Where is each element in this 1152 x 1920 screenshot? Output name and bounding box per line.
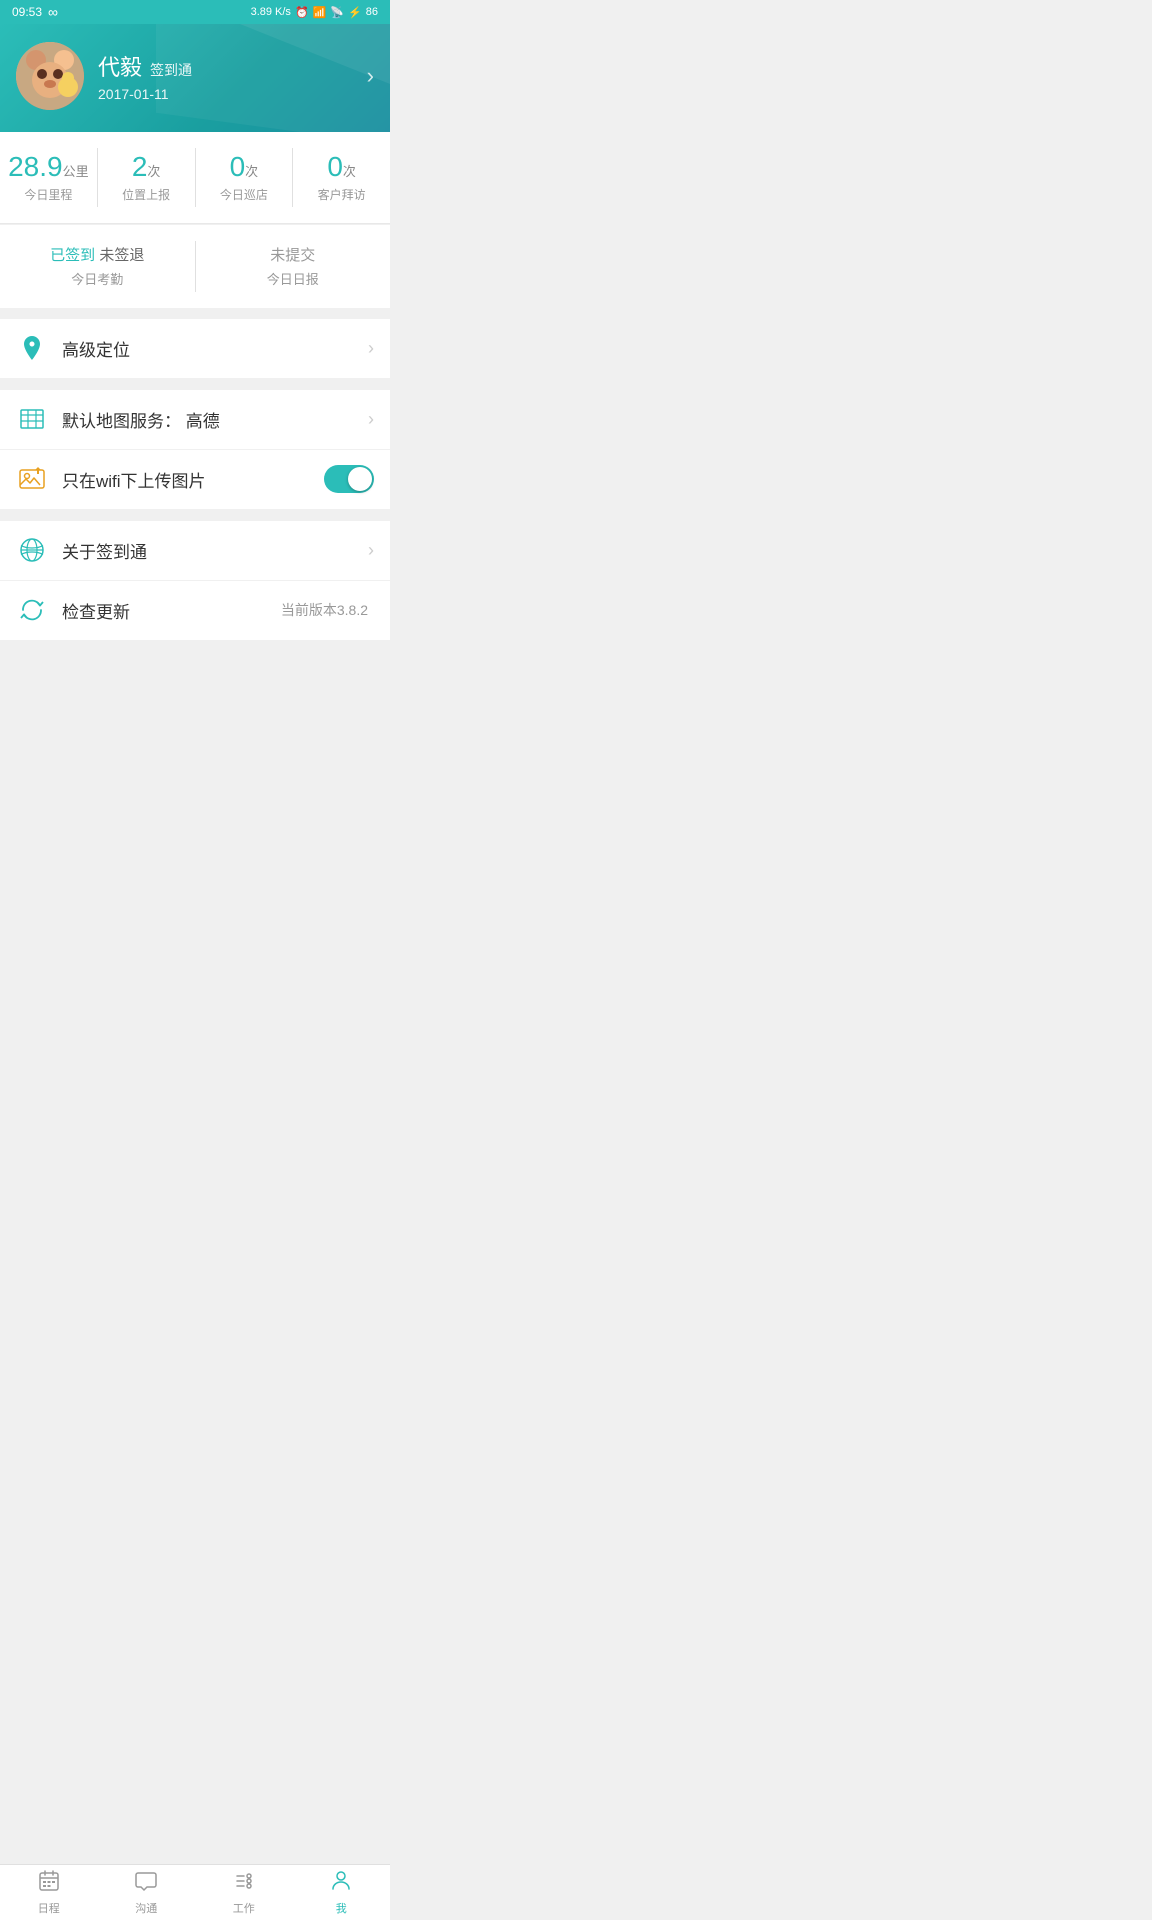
avatar bbox=[16, 42, 84, 110]
user-name: 代毅 bbox=[98, 50, 142, 82]
menu-about-text: 关于签到通 bbox=[62, 538, 368, 563]
stat-store-number: 0次 bbox=[196, 152, 293, 183]
section-divider-3 bbox=[0, 510, 390, 520]
signal-icon: 📡 bbox=[330, 6, 344, 19]
profile-date: 2017-01-11 bbox=[98, 86, 374, 102]
menu-location-text: 高级定位 bbox=[62, 336, 368, 361]
menu-section-location: 高级定位 › bbox=[0, 319, 390, 379]
battery-level: 86 bbox=[366, 6, 378, 18]
stat-location-label: 位置上报 bbox=[98, 186, 195, 203]
menu-update-text: 检查更新 bbox=[62, 598, 281, 623]
infinity-icon: ∞ bbox=[48, 4, 58, 20]
refresh-icon bbox=[16, 594, 48, 626]
stat-store-label: 今日巡店 bbox=[196, 186, 293, 203]
menu-section-about: 关于签到通 › 检查更新 当前版本3.8.2 bbox=[0, 521, 390, 641]
chevron-right-icon-3: › bbox=[368, 540, 374, 561]
report-status-text: 未提交 bbox=[196, 245, 391, 266]
stat-distance: 28.9公里 今日里程 bbox=[0, 148, 98, 207]
work-icon bbox=[232, 1869, 256, 1897]
menu-map-text: 默认地图服务： 高德 bbox=[62, 407, 368, 432]
status-bar: 09:53 ∞ 3.89 K/s ⏰ 📶 📡 ⚡ 86 bbox=[0, 0, 390, 24]
stat-visit-label: 客户拜访 bbox=[293, 186, 390, 203]
menu-section-map: 默认地图服务： 高德 › 只在wifi下上传图片 bbox=[0, 390, 390, 510]
status-left: 09:53 ∞ bbox=[12, 4, 58, 20]
nav-chat[interactable]: 沟通 bbox=[98, 1865, 196, 1920]
avatar-image bbox=[16, 42, 84, 110]
nav-work[interactable]: 工作 bbox=[195, 1865, 293, 1920]
chevron-right-icon-2: › bbox=[368, 409, 374, 430]
app-name: 签到通 bbox=[150, 60, 192, 80]
stat-location: 2次 位置上报 bbox=[98, 148, 196, 207]
menu-item-wifi[interactable]: 只在wifi下上传图片 bbox=[0, 450, 390, 510]
battery-icon: ⚡ bbox=[348, 6, 362, 19]
stat-distance-number: 28.9公里 bbox=[0, 152, 97, 183]
nav-schedule-label: 日程 bbox=[38, 1900, 60, 1916]
map-icon bbox=[16, 403, 48, 435]
stats-section: 28.9公里 今日里程 2次 位置上报 0次 今日巡店 0次 客户拜访 bbox=[0, 132, 390, 224]
section-divider-1 bbox=[0, 308, 390, 318]
menu-wifi-text: 只在wifi下上传图片 bbox=[62, 467, 324, 492]
report-label: 今日日报 bbox=[196, 269, 391, 288]
chevron-right-icon: › bbox=[368, 338, 374, 359]
profile-info: 代毅 签到通 2017-01-11 bbox=[98, 50, 374, 102]
profile-name-row: 代毅 签到通 bbox=[98, 50, 374, 82]
menu-item-update[interactable]: 检查更新 当前版本3.8.2 bbox=[0, 581, 390, 641]
bottom-nav: 日程 沟通 工作 我 bbox=[0, 1864, 390, 1920]
section-divider-2 bbox=[0, 379, 390, 389]
nav-work-label: 工作 bbox=[233, 1900, 255, 1916]
checkin-label: 今日考勤 bbox=[0, 269, 195, 288]
clock-icon: ⏰ bbox=[295, 6, 309, 19]
nav-me-label: 我 bbox=[336, 1900, 347, 1916]
menu-item-location[interactable]: 高级定位 › bbox=[0, 319, 390, 379]
status-right: 3.89 K/s ⏰ 📶 📡 ⚡ 86 bbox=[251, 6, 378, 19]
chat-icon bbox=[134, 1869, 158, 1897]
globe-icon bbox=[16, 534, 48, 566]
profile-header[interactable]: 代毅 签到通 2017-01-11 › bbox=[0, 24, 390, 132]
stat-visit: 0次 客户拜访 bbox=[293, 148, 390, 207]
status-time: 09:53 bbox=[12, 5, 42, 19]
nav-chat-label: 沟通 bbox=[135, 1900, 157, 1916]
checkin-status: 已签到 未签退 今日考勤 bbox=[0, 241, 196, 292]
attendance-section: 已签到 未签退 今日考勤 未提交 今日日报 bbox=[0, 225, 390, 308]
wifi-toggle[interactable] bbox=[324, 465, 374, 493]
person-icon bbox=[329, 1869, 353, 1897]
menu-item-map[interactable]: 默认地图服务： 高德 › bbox=[0, 390, 390, 450]
menu-item-about[interactable]: 关于签到通 › bbox=[0, 521, 390, 581]
stat-visit-number: 0次 bbox=[293, 152, 390, 183]
checkin-status-text: 已签到 未签退 bbox=[0, 245, 195, 266]
avatar-svg bbox=[16, 42, 84, 110]
profile-chevron-right-icon[interactable]: › bbox=[367, 63, 374, 89]
wifi-icon: 📶 bbox=[313, 6, 327, 19]
stat-location-number: 2次 bbox=[98, 152, 195, 183]
version-value: 当前版本3.8.2 bbox=[281, 600, 368, 620]
stat-distance-label: 今日里程 bbox=[0, 186, 97, 203]
calendar-icon bbox=[37, 1869, 61, 1897]
nav-me[interactable]: 我 bbox=[293, 1865, 391, 1920]
network-speed: 3.89 K/s bbox=[251, 6, 291, 18]
stat-store: 0次 今日巡店 bbox=[196, 148, 294, 207]
nav-schedule[interactable]: 日程 bbox=[0, 1865, 98, 1920]
image-upload-icon bbox=[16, 463, 48, 495]
report-status: 未提交 今日日报 bbox=[196, 241, 391, 292]
location-pin-icon bbox=[16, 332, 48, 364]
